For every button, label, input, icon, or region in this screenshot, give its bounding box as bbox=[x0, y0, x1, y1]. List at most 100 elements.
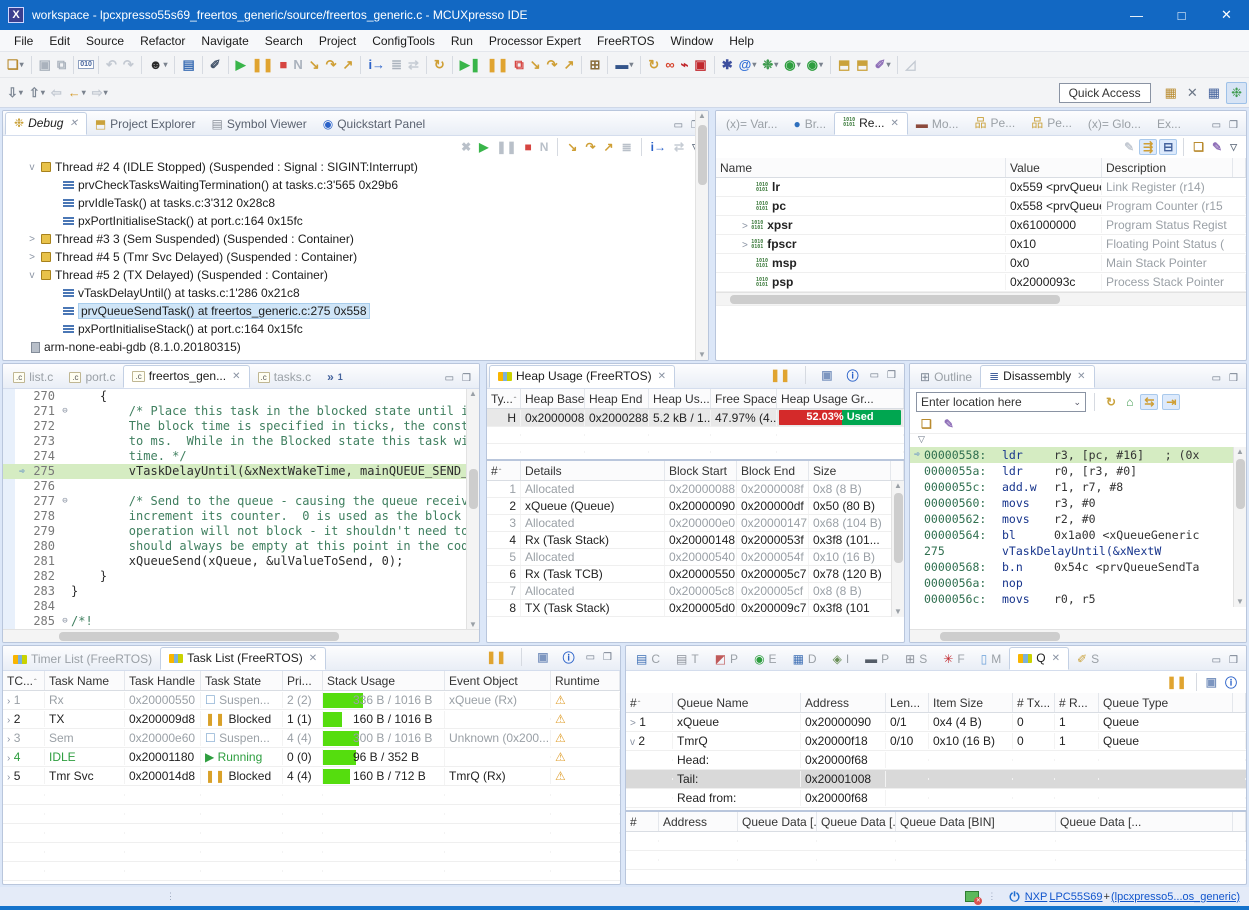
heap-block-row[interactable]: 8TX (Task Stack)0x200005d00x200009c70x3f… bbox=[487, 600, 904, 617]
tab-installed-sdks[interactable]: ◈I bbox=[825, 649, 858, 670]
minimize-window-button[interactable]: — bbox=[1114, 0, 1159, 30]
editor-hscroll[interactable] bbox=[3, 629, 479, 642]
sync-pc-button[interactable]: ⇆ bbox=[1140, 394, 1158, 410]
device-link[interactable]: LPC55S69 bbox=[1049, 891, 1102, 903]
remote-console-icon[interactable]: ▤ bbox=[179, 57, 197, 73]
menu-processor-expert[interactable]: Processor Expert bbox=[481, 32, 589, 50]
tab-expressions[interactable]: Ex... bbox=[1149, 114, 1189, 135]
tab-peripherals-2[interactable]: 品Pe... bbox=[1023, 111, 1080, 135]
task-row[interactable]: › 2 TX 0x200009d8 ❚❚ Blocked 1 (1) 160 B… bbox=[3, 710, 620, 729]
info-button[interactable]: ⓘ bbox=[560, 649, 578, 666]
tab-debug[interactable]: ❉ Debug ✕ bbox=[5, 112, 87, 135]
step-into-button[interactable]: ↘ bbox=[306, 57, 323, 73]
menu-window[interactable]: Window bbox=[663, 32, 722, 50]
stack-frame-row[interactable]: prvIdleTask() at tasks.c:3'312 0x28c8 bbox=[25, 194, 708, 212]
power-connect-icon[interactable]: ⏻ bbox=[1009, 889, 1019, 905]
register-row[interactable]: pc 0x558 <prvQueueSendTas...Program Coun… bbox=[716, 197, 1246, 216]
col-queue-name[interactable]: Queue Name bbox=[673, 693, 801, 712]
col-details[interactable]: Details bbox=[521, 461, 665, 480]
forward-button[interactable]: ⇨▾ bbox=[89, 85, 111, 101]
collapse-all-button[interactable]: ⊟ bbox=[1159, 139, 1177, 155]
maximize-view-icon[interactable]: ❒ bbox=[887, 370, 896, 381]
col-num[interactable]: #ˆ bbox=[626, 693, 673, 712]
refresh-button[interactable]: ↻ bbox=[1103, 395, 1119, 409]
register-row[interactable]: msp 0x0Main Stack Pointer bbox=[716, 254, 1246, 273]
heap-block-row[interactable]: 5Allocated0x200005400x2000054f0x10 (16 B… bbox=[487, 549, 904, 566]
menu-refactor[interactable]: Refactor bbox=[132, 32, 193, 50]
show-register-groups-button[interactable]: ⇶ bbox=[1139, 139, 1157, 155]
col-length[interactable]: Len... bbox=[886, 693, 929, 712]
suspend-button[interactable]: ❚❚ bbox=[249, 57, 277, 73]
menu-search[interactable]: Search bbox=[257, 32, 311, 50]
disassembly-listing[interactable]: ➾00000558:ldrr3, [pc, #16] ; (0x 0000055… bbox=[910, 447, 1246, 607]
step-into-button[interactable]: ↘ bbox=[564, 140, 580, 154]
maximize-view-icon[interactable]: ❒ bbox=[1229, 655, 1238, 666]
menu-edit[interactable]: Edit bbox=[41, 32, 78, 50]
col-queue-data-2[interactable]: Queue Data [... bbox=[817, 812, 896, 831]
col-num[interactable]: # bbox=[626, 812, 659, 831]
pause-updates-button[interactable]: ❚❚ bbox=[1164, 675, 1190, 689]
tab-debugger-console[interactable]: ▦D bbox=[785, 649, 825, 670]
annotations-button[interactable]: @▾ bbox=[736, 57, 760, 72]
menu-project[interactable]: Project bbox=[311, 32, 364, 50]
register-row[interactable]: > fpscr 0x10Floating Point Status ( bbox=[716, 235, 1246, 254]
menu-help[interactable]: Help bbox=[721, 32, 762, 50]
tab-outline[interactable]: ⊞Outline bbox=[912, 367, 980, 388]
task-row[interactable]: › 5 Tmr Svc 0x200014d8 ❚❚ Blocked 4 (4) … bbox=[3, 767, 620, 786]
close-icon[interactable]: ✕ bbox=[232, 371, 240, 382]
col-item-size[interactable]: Item Size bbox=[929, 693, 1013, 712]
quick-access-box[interactable]: Quick Access bbox=[1059, 83, 1151, 103]
tools-perspective-button[interactable]: ✕ bbox=[1183, 83, 1202, 103]
tab-task-list[interactable]: Task List (FreeRTOS) ✕ bbox=[160, 647, 326, 670]
menu-source[interactable]: Source bbox=[78, 32, 132, 50]
tab-project-explorer[interactable]: ⬒ Project Explorer bbox=[87, 114, 204, 135]
task-row[interactable]: › 3 Sem 0x20000e60 ☐ Suspen... 4 (4) 300… bbox=[3, 729, 620, 748]
terminate-remove-button[interactable]: ▣ bbox=[691, 57, 709, 73]
col-address[interactable]: Address bbox=[659, 812, 738, 831]
suspend-button[interactable]: ❚❚ bbox=[493, 140, 519, 154]
maximize-view-icon[interactable]: ❒ bbox=[1229, 120, 1238, 131]
redo-button[interactable]: ↷ bbox=[120, 57, 137, 73]
minimize-view-icon[interactable]: ▭ bbox=[1212, 655, 1221, 666]
profile-button[interactable]: ◉▾ bbox=[804, 57, 826, 73]
pin-editor-icon[interactable]: ✐ bbox=[207, 57, 224, 73]
maximize-view-icon[interactable]: ❒ bbox=[603, 652, 612, 663]
minimize-view-icon[interactable]: ▭ bbox=[674, 120, 683, 131]
tab-swo-trace[interactable]: ⊞S bbox=[897, 649, 935, 670]
col-stack-usage[interactable]: Stack Usage bbox=[323, 671, 445, 690]
close-icon[interactable]: ✕ bbox=[69, 118, 77, 129]
col-task-state[interactable]: Task State bbox=[201, 671, 283, 690]
save-button[interactable]: ▣ bbox=[818, 368, 835, 382]
reset-button[interactable]: ↻ bbox=[431, 57, 448, 73]
user-profile-button[interactable]: ☻▾ bbox=[146, 57, 171, 72]
tab-search[interactable]: ✐S bbox=[1069, 649, 1107, 670]
minimize-view-icon[interactable]: ▭ bbox=[1212, 373, 1221, 384]
tab-list-c[interactable]: .clist.c bbox=[5, 367, 61, 388]
thread-row[interactable]: > Thread #3 3 (Sem Suspended) (Suspended… bbox=[25, 230, 708, 248]
thread-row[interactable]: v Thread #2 4 (IDLE Stopped) (Suspended … bbox=[25, 158, 708, 176]
col-queue-data-1[interactable]: Queue Data [... bbox=[738, 812, 817, 831]
col-task-name[interactable]: Task Name bbox=[45, 671, 125, 690]
minimize-view-icon[interactable]: ▭ bbox=[445, 373, 454, 384]
heap-block-row[interactable]: 2xQueue (Queue)0x200000900x200000df0x50 … bbox=[487, 498, 904, 515]
tab-symbol-viewer[interactable]: ▤ Symbol Viewer bbox=[204, 114, 315, 135]
col-num[interactable]: #ˆ bbox=[487, 461, 521, 480]
close-icon[interactable]: ✕ bbox=[658, 371, 666, 382]
maximize-view-icon[interactable]: ❒ bbox=[462, 373, 471, 384]
tab-fault[interactable]: ✳F bbox=[935, 649, 972, 670]
tab-executables[interactable]: ◉E bbox=[746, 649, 785, 670]
heap-block-row[interactable]: 4Rx (Task Stack)0x200001480x2000053f0x3f… bbox=[487, 532, 904, 549]
tab-memory[interactable]: ▯M bbox=[973, 649, 1010, 670]
heap-block-row[interactable]: 7Allocated0x200005c80x200005cf0x8 (8 B) bbox=[487, 583, 904, 600]
refresh-debug-button[interactable]: ↻ bbox=[645, 57, 662, 73]
close-icon[interactable]: ✕ bbox=[1077, 371, 1085, 382]
col-value[interactable]: Value bbox=[1006, 158, 1102, 177]
tab-breakpoints[interactable]: ●Br... bbox=[785, 114, 834, 135]
queue-detail-row-selected[interactable]: Tail:0x20001008 bbox=[626, 770, 1246, 789]
col-block-start[interactable]: Block Start bbox=[665, 461, 737, 480]
stack-frame-row[interactable]: pxPortInitialiseStack() at port.c:164 0x… bbox=[25, 320, 708, 338]
register-row[interactable]: > xpsr 0x61000000Program Status Regist bbox=[716, 216, 1246, 235]
edit-register-button[interactable]: ✎ bbox=[1121, 140, 1137, 154]
home-button[interactable]: ⌂ bbox=[1123, 395, 1136, 409]
col-queue-data-3[interactable]: Queue Data [... bbox=[1056, 812, 1233, 831]
